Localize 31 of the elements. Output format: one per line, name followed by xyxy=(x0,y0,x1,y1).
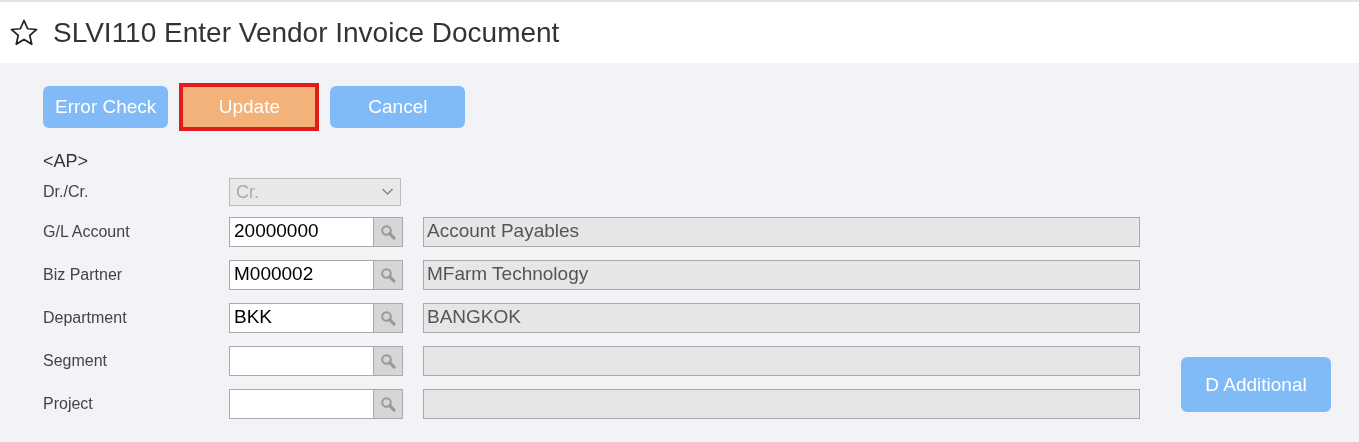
search-icon xyxy=(380,352,396,369)
section-label: <AP> xyxy=(43,151,90,173)
field-label: Dr./Cr. xyxy=(43,183,90,201)
field-label: Biz Partner xyxy=(43,265,124,284)
search-button[interactable] xyxy=(374,388,403,419)
description-field: BANGKOK xyxy=(423,302,1140,333)
description-field: Account Payables xyxy=(423,216,1140,247)
search-button[interactable] xyxy=(374,302,403,333)
code-input-field[interactable] xyxy=(229,388,374,419)
cancel-button[interactable]: Cancel xyxy=(330,86,466,128)
page-title: SLVI110 Enter Vendor Invoice Document xyxy=(53,16,560,49)
search-button[interactable] xyxy=(374,216,403,247)
error-check-button[interactable]: Error Check xyxy=(43,86,169,128)
search-icon xyxy=(380,223,396,240)
description-field: MFarm Technology xyxy=(423,259,1140,290)
star-icon[interactable] xyxy=(9,17,39,48)
search-icon xyxy=(380,266,396,283)
search-icon xyxy=(380,395,396,412)
search-icon xyxy=(380,309,396,326)
search-button[interactable] xyxy=(374,259,403,290)
field-label: G/L Account xyxy=(43,222,131,241)
code-input-field[interactable] xyxy=(229,345,374,376)
code-input-field[interactable]: BKK xyxy=(229,302,374,333)
search-button[interactable] xyxy=(374,345,403,376)
field-label: Segment xyxy=(43,351,109,370)
code-input-field[interactable]: 20000000 xyxy=(229,216,374,247)
additional-button[interactable]: D Additional xyxy=(1181,357,1331,412)
code-input-field[interactable]: M000002 xyxy=(229,259,374,290)
chevron-down-icon xyxy=(381,188,394,196)
field-label: Department xyxy=(43,308,128,327)
field-label: Project xyxy=(43,394,94,413)
